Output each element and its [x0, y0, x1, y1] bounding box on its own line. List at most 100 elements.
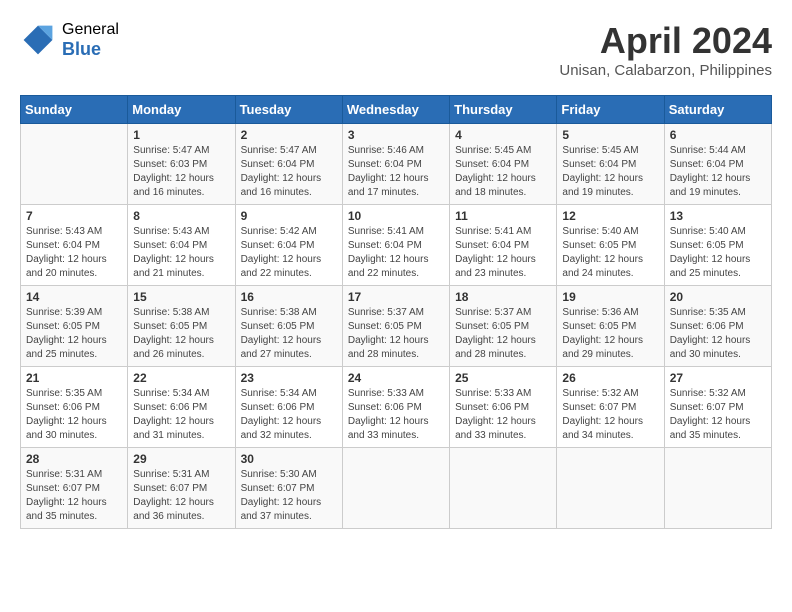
day-number: 8 — [133, 209, 229, 223]
cell-content: Sunrise: 5:43 AM Sunset: 6:04 PM Dayligh… — [26, 225, 122, 281]
day-number: 22 — [133, 371, 229, 385]
day-number: 15 — [133, 290, 229, 304]
logo-general: General — [62, 20, 119, 39]
logo: General Blue — [20, 20, 119, 61]
calendar-cell — [664, 448, 771, 529]
calendar-cell: 7 Sunrise: 5:43 AM Sunset: 6:04 PM Daylig… — [21, 205, 128, 286]
title-block: April 2024 Unisan, Calabarzon, Philippin… — [559, 20, 772, 79]
cell-content: Sunrise: 5:45 AM Sunset: 6:04 PM Dayligh… — [455, 144, 551, 200]
calendar-body: 1 Sunrise: 5:47 AM Sunset: 6:03 PM Daylig… — [21, 124, 772, 529]
day-number: 3 — [348, 128, 444, 142]
day-number: 14 — [26, 290, 122, 304]
day-number: 10 — [348, 209, 444, 223]
calendar-week-row: 7 Sunrise: 5:43 AM Sunset: 6:04 PM Daylig… — [21, 205, 772, 286]
day-number: 18 — [455, 290, 551, 304]
day-number: 7 — [26, 209, 122, 223]
logo-text: General Blue — [62, 20, 119, 61]
calendar-cell: 22 Sunrise: 5:34 AM Sunset: 6:06 PM Dayli… — [128, 367, 235, 448]
weekday-header: Friday — [557, 96, 664, 124]
calendar-cell: 16Sunrise: 5:38 AM Sunset: 6:05 PM Dayli… — [235, 286, 342, 367]
day-number: 16 — [241, 290, 337, 304]
day-number: 12 — [562, 209, 658, 223]
cell-content: Sunrise: 5:43 AM Sunset: 6:04 PM Dayligh… — [133, 225, 229, 281]
day-number: 1 — [133, 128, 229, 142]
weekday-header: Monday — [128, 96, 235, 124]
day-number: 4 — [455, 128, 551, 142]
day-number: 24 — [348, 371, 444, 385]
calendar-cell: 12 Sunrise: 5:40 AM Sunset: 6:05 PM Dayli… — [557, 205, 664, 286]
day-number: 21 — [26, 371, 122, 385]
day-number: 29 — [133, 452, 229, 466]
calendar-cell: 15 Sunrise: 5:38 AM Sunset: 6:05 PM Dayli… — [128, 286, 235, 367]
day-number: 17 — [348, 290, 444, 304]
calendar-cell: 20Sunrise: 5:35 AM Sunset: 6:06 PM Dayli… — [664, 286, 771, 367]
calendar-cell: 4 Sunrise: 5:45 AM Sunset: 6:04 PM Daylig… — [450, 124, 557, 205]
calendar-cell: 29 Sunrise: 5:31 AM Sunset: 6:07 PM Dayli… — [128, 448, 235, 529]
calendar-cell: 30 Sunrise: 5:30 AM Sunset: 6:07 PM Dayli… — [235, 448, 342, 529]
day-number: 6 — [670, 128, 766, 142]
calendar-cell: 5 Sunrise: 5:45 AM Sunset: 6:04 PM Daylig… — [557, 124, 664, 205]
calendar-cell: 2 Sunrise: 5:47 AM Sunset: 6:04 PM Daylig… — [235, 124, 342, 205]
calendar-week-row: 14 Sunrise: 5:39 AM Sunset: 6:05 PM Dayli… — [21, 286, 772, 367]
calendar-cell: 26Sunrise: 5:32 AM Sunset: 6:07 PM Dayli… — [557, 367, 664, 448]
day-number: 2 — [241, 128, 337, 142]
page-header: General Blue April 2024 Unisan, Calabarz… — [20, 20, 772, 79]
calendar-cell — [342, 448, 449, 529]
cell-content: Sunrise: 5:35 AM Sunset: 6:06 PM Dayligh… — [26, 387, 122, 443]
calendar-cell: 27Sunrise: 5:32 AM Sunset: 6:07 PM Dayli… — [664, 367, 771, 448]
cell-content: Sunrise: 5:47 AM Sunset: 6:04 PM Dayligh… — [241, 144, 337, 200]
day-number: 26 — [562, 371, 658, 385]
calendar-cell: 21 Sunrise: 5:35 AM Sunset: 6:06 PM Dayli… — [21, 367, 128, 448]
calendar-cell: 10 Sunrise: 5:41 AM Sunset: 6:04 PM Dayli… — [342, 205, 449, 286]
calendar-week-row: 21 Sunrise: 5:35 AM Sunset: 6:06 PM Dayli… — [21, 367, 772, 448]
calendar-cell: 24 Sunrise: 5:33 AM Sunset: 6:06 PM Dayli… — [342, 367, 449, 448]
weekday-header: Thursday — [450, 96, 557, 124]
calendar-cell: 23 Sunrise: 5:34 AM Sunset: 6:06 PM Dayli… — [235, 367, 342, 448]
calendar-cell: 14 Sunrise: 5:39 AM Sunset: 6:05 PM Dayli… — [21, 286, 128, 367]
calendar-cell: 6 Sunrise: 5:44 AM Sunset: 6:04 PM Daylig… — [664, 124, 771, 205]
location-subtitle: Unisan, Calabarzon, Philippines — [559, 62, 772, 79]
calendar-cell: 8 Sunrise: 5:43 AM Sunset: 6:04 PM Daylig… — [128, 205, 235, 286]
cell-content: Sunrise: 5:41 AM Sunset: 6:04 PM Dayligh… — [348, 225, 444, 281]
cell-content: Sunrise: 5:31 AM Sunset: 6:07 PM Dayligh… — [26, 468, 122, 524]
cell-content: Sunrise: 5:31 AM Sunset: 6:07 PM Dayligh… — [133, 468, 229, 524]
cell-content: Sunrise: 5:37 AM Sunset: 6:05 PM Dayligh… — [348, 306, 444, 362]
calendar-cell: 18 Sunrise: 5:37 AM Sunset: 6:05 PM Dayli… — [450, 286, 557, 367]
cell-content: Sunrise: 5:33 AM Sunset: 6:06 PM Dayligh… — [455, 387, 551, 443]
cell-content: Sunrise: 5:41 AM Sunset: 6:04 PM Dayligh… — [455, 225, 551, 281]
day-number: 11 — [455, 209, 551, 223]
calendar-cell — [450, 448, 557, 529]
calendar-week-row: 28 Sunrise: 5:31 AM Sunset: 6:07 PM Dayli… — [21, 448, 772, 529]
cell-content: Sunrise: 5:39 AM Sunset: 6:05 PM Dayligh… — [26, 306, 122, 362]
cell-content: Sunrise: 5:30 AM Sunset: 6:07 PM Dayligh… — [241, 468, 337, 524]
calendar-cell: 17 Sunrise: 5:37 AM Sunset: 6:05 PM Dayli… — [342, 286, 449, 367]
month-title: April 2024 — [559, 20, 772, 62]
cell-content: Sunrise: 5:37 AM Sunset: 6:05 PM Dayligh… — [455, 306, 551, 362]
cell-content: Sunrise: 5:45 AM Sunset: 6:04 PM Dayligh… — [562, 144, 658, 200]
cell-content: Sunrise: 5:34 AM Sunset: 6:06 PM Dayligh… — [133, 387, 229, 443]
day-number: 28 — [26, 452, 122, 466]
calendar-cell: 3Sunrise: 5:46 AM Sunset: 6:04 PM Daylig… — [342, 124, 449, 205]
day-number: 19 — [562, 290, 658, 304]
cell-content: Sunrise: 5:33 AM Sunset: 6:06 PM Dayligh… — [348, 387, 444, 443]
weekday-header: Saturday — [664, 96, 771, 124]
cell-content: Sunrise: 5:47 AM Sunset: 6:03 PM Dayligh… — [133, 144, 229, 200]
cell-content: Sunrise: 5:32 AM Sunset: 6:07 PM Dayligh… — [670, 387, 766, 443]
calendar-cell: 25Sunrise: 5:33 AM Sunset: 6:06 PM Dayli… — [450, 367, 557, 448]
day-number: 23 — [241, 371, 337, 385]
cell-content: Sunrise: 5:38 AM Sunset: 6:05 PM Dayligh… — [133, 306, 229, 362]
calendar-table: SundayMondayTuesdayWednesdayThursdayFrid… — [20, 95, 772, 529]
cell-content: Sunrise: 5:40 AM Sunset: 6:05 PM Dayligh… — [670, 225, 766, 281]
cell-content: Sunrise: 5:40 AM Sunset: 6:05 PM Dayligh… — [562, 225, 658, 281]
cell-content: Sunrise: 5:44 AM Sunset: 6:04 PM Dayligh… — [670, 144, 766, 200]
weekday-header: Tuesday — [235, 96, 342, 124]
day-number: 30 — [241, 452, 337, 466]
cell-content: Sunrise: 5:42 AM Sunset: 6:04 PM Dayligh… — [241, 225, 337, 281]
day-number: 20 — [670, 290, 766, 304]
weekday-header-row: SundayMondayTuesdayWednesdayThursdayFrid… — [21, 96, 772, 124]
day-number: 5 — [562, 128, 658, 142]
calendar-cell: 13 Sunrise: 5:40 AM Sunset: 6:05 PM Dayli… — [664, 205, 771, 286]
logo-icon — [20, 22, 56, 58]
day-number: 13 — [670, 209, 766, 223]
cell-content: Sunrise: 5:34 AM Sunset: 6:06 PM Dayligh… — [241, 387, 337, 443]
